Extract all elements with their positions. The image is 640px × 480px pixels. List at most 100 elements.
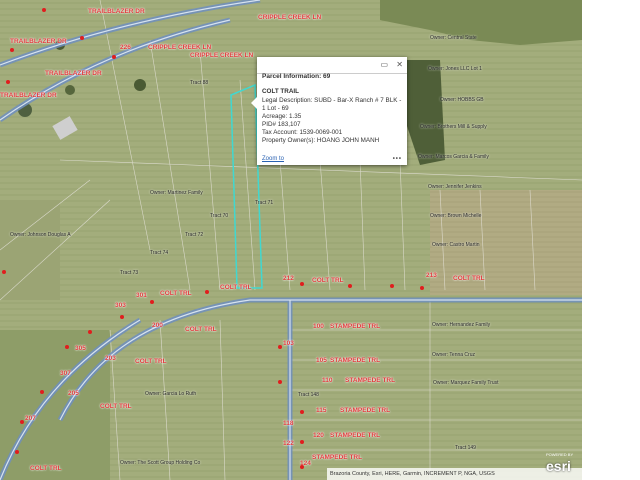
tract-label: Tract 71 bbox=[255, 200, 274, 206]
parcel-number: 213 bbox=[426, 272, 437, 279]
owner-label: Owner: Garcia Lo Ruth bbox=[145, 391, 197, 397]
parcel-point[interactable] bbox=[10, 48, 14, 52]
parcel-number: 122 bbox=[283, 440, 294, 447]
parcel-point[interactable] bbox=[6, 80, 10, 84]
parcel-point[interactable] bbox=[420, 286, 424, 290]
road-label: TRAILBLAZER DR bbox=[0, 92, 57, 99]
parcel-point[interactable] bbox=[40, 390, 44, 394]
owner-label: Owner: Jones LLC Lot 1 bbox=[428, 66, 482, 72]
parcel-point[interactable] bbox=[112, 55, 116, 59]
owner-label: Owner: Brown Michelle bbox=[430, 213, 482, 219]
popup-pointer bbox=[251, 97, 257, 109]
owner-label: Owner: Marquez Family Trust bbox=[433, 380, 499, 386]
owner-label: Owner: Castro Martin bbox=[432, 242, 480, 248]
side-margin bbox=[582, 0, 640, 480]
parcel-point[interactable] bbox=[20, 420, 24, 424]
road-label: TRAILBLAZER DR bbox=[45, 70, 102, 77]
popup-footer: Zoom to ••• bbox=[262, 156, 402, 162]
tract-label: Tract 72 bbox=[185, 232, 204, 238]
road-label: COLT TRL bbox=[30, 465, 62, 472]
parcel-number: 226 bbox=[120, 44, 131, 51]
maximize-icon[interactable]: ▭ bbox=[381, 60, 389, 69]
tract-label: Tract 74 bbox=[150, 250, 169, 256]
parcel-number: 303 bbox=[115, 302, 126, 309]
road-label: STAMPEDE TRL bbox=[330, 432, 381, 439]
road-label: TRAILBLAZER DR bbox=[88, 8, 145, 15]
property-owner: Property Owner(s): HOANG JOHN MANH bbox=[262, 137, 380, 144]
popup-controls: ▭ ✕ bbox=[375, 60, 404, 69]
parcel-point[interactable] bbox=[120, 315, 124, 319]
road-label: COLT TRL bbox=[100, 403, 132, 410]
owner-label: Owner: Martinez Family bbox=[150, 190, 203, 196]
zoom-to-link[interactable]: Zoom to bbox=[262, 156, 284, 162]
parcel-number: 307 bbox=[60, 370, 71, 377]
parcel-point[interactable] bbox=[390, 284, 394, 288]
parcel-point[interactable] bbox=[65, 345, 69, 349]
parcel-number: 100 bbox=[313, 323, 324, 330]
road-label: CRIPPLE CREEK LN bbox=[190, 52, 254, 59]
powered-by-label: POWERED BY bbox=[546, 452, 574, 457]
close-icon[interactable]: ✕ bbox=[396, 60, 403, 69]
esri-logo[interactable]: esri bbox=[546, 458, 571, 474]
parcel-point[interactable] bbox=[150, 300, 154, 304]
parcel-point[interactable] bbox=[300, 465, 304, 469]
tract-label: Tract 149 bbox=[455, 445, 476, 451]
legal-description: Legal Description: SUBD - Bar-X Ranch # … bbox=[262, 97, 402, 112]
parcel-number: 200 bbox=[152, 322, 163, 329]
popup-title: Parcel Information: 69 bbox=[262, 73, 331, 80]
road-label: COLT TRL bbox=[135, 358, 167, 365]
parcel-point[interactable] bbox=[278, 345, 282, 349]
owner-label: Owner: The Scott Group Holding Co bbox=[120, 460, 201, 466]
owner-label: Owner: Tenna Cruz bbox=[432, 352, 475, 358]
road-label: STAMPEDE TRL bbox=[312, 454, 363, 461]
parcel-point[interactable] bbox=[15, 450, 19, 454]
parcel-number: 118 bbox=[283, 420, 294, 427]
owner-label: Owner: HOBBS GB bbox=[440, 97, 484, 103]
tract-label: Tract 70 bbox=[210, 213, 229, 219]
tract-label: Tract 148 bbox=[298, 392, 319, 398]
road-label: COLT TRL bbox=[160, 290, 192, 297]
map-attribution[interactable]: Brazoria County, Esri, HERE, Garmin, INC… bbox=[327, 468, 582, 480]
parcel-point[interactable] bbox=[205, 290, 209, 294]
acreage: Acreage: 1.35 bbox=[262, 113, 302, 120]
parcel-number: 207 bbox=[25, 415, 36, 422]
parcel-point[interactable] bbox=[348, 284, 352, 288]
parcel-point[interactable] bbox=[300, 410, 304, 414]
parcel-number: 212 bbox=[283, 275, 294, 282]
road-label: CRIPPLE CREEK LN bbox=[148, 44, 212, 51]
parcel-popup: ▭ ✕ Parcel Information: 69 COLT TRAIL Le… bbox=[251, 57, 407, 165]
parcel-point[interactable] bbox=[88, 330, 92, 334]
road-label: COLT TRL bbox=[185, 326, 217, 333]
parcel-number: 120 bbox=[313, 432, 324, 439]
road-label: COLT TRL bbox=[220, 284, 252, 291]
owner-label: Owner: Jennifer Jenkins bbox=[428, 184, 482, 190]
parcel-number: 203 bbox=[105, 355, 116, 362]
parcel-point[interactable] bbox=[42, 8, 46, 12]
road-label: TRAILBLAZER DR bbox=[10, 38, 67, 45]
popup-header: ▭ ✕ bbox=[257, 57, 407, 74]
owner-label: Owner: Hernandez Family bbox=[432, 322, 491, 328]
more-options-button[interactable]: ••• bbox=[393, 156, 402, 162]
pid: PID# 183,107 bbox=[262, 121, 301, 128]
road-label: STAMPEDE TRL bbox=[330, 357, 381, 364]
parcel-number: 105 bbox=[316, 357, 327, 364]
road-label: COLT TRL bbox=[453, 275, 485, 282]
road-label: STAMPEDE TRL bbox=[340, 407, 391, 414]
road-label: COLT TRL bbox=[312, 277, 344, 284]
parcel-number: 205 bbox=[68, 390, 79, 397]
owner-label: Owner: Johnson Douglas A bbox=[10, 232, 71, 238]
parcel-number: 301 bbox=[136, 292, 147, 299]
parcel-point[interactable] bbox=[300, 440, 304, 444]
tract-label: Tract 88 bbox=[190, 80, 209, 86]
parcel-number: 103 bbox=[283, 340, 294, 347]
popup-body: COLT TRAIL Legal Description: SUBD - Bar… bbox=[262, 88, 402, 145]
road-label: STAMPEDE TRL bbox=[330, 323, 381, 330]
parcel-point[interactable] bbox=[300, 282, 304, 286]
owner-label: Owner: Central State bbox=[430, 35, 477, 41]
owner-label: Owner: Marcos Garcia & Family bbox=[418, 154, 489, 160]
parcel-point[interactable] bbox=[80, 36, 84, 40]
parcel-number: 110 bbox=[322, 377, 333, 384]
parcel-point[interactable] bbox=[278, 380, 282, 384]
parcel-point[interactable] bbox=[2, 270, 6, 274]
road-label: CRIPPLE CREEK LN bbox=[258, 14, 322, 21]
